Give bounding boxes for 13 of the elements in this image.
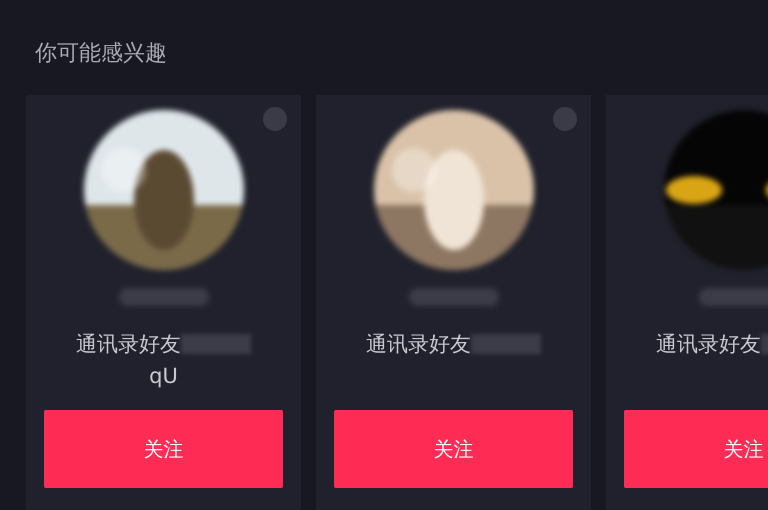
description-text: 通讯录好友 bbox=[76, 331, 181, 358]
blurred-text bbox=[471, 334, 541, 354]
description-text: 通讯录好友 bbox=[366, 331, 471, 358]
follow-button[interactable]: 关注 bbox=[624, 410, 768, 488]
blurred-username bbox=[698, 288, 768, 306]
description-text: qU bbox=[149, 363, 178, 390]
section-title: 你可能感兴趣 bbox=[35, 40, 168, 68]
follow-button[interactable]: 关注 bbox=[334, 410, 573, 488]
follow-button[interactable]: 关注 bbox=[44, 410, 283, 488]
description-text: 通讯录好友 bbox=[656, 331, 761, 358]
blurred-text bbox=[181, 334, 251, 354]
close-icon[interactable] bbox=[263, 107, 287, 131]
close-icon[interactable] bbox=[553, 107, 577, 131]
